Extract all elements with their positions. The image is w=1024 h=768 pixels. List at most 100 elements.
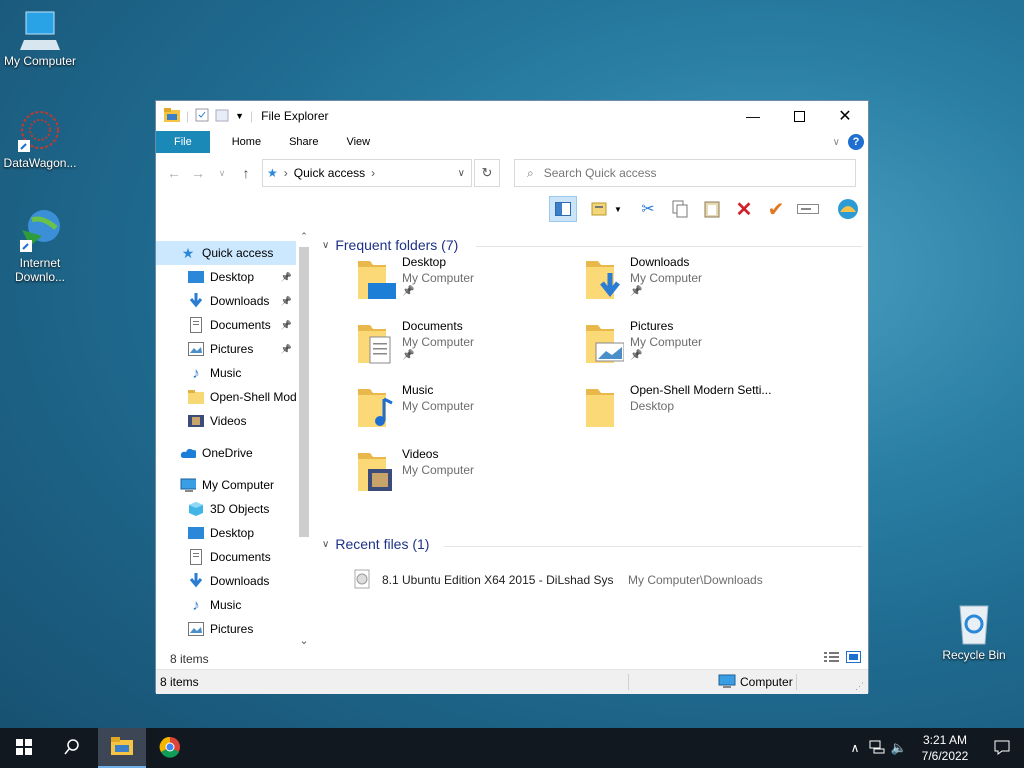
sidebar-item-desktop[interactable]: Desktop xyxy=(156,521,296,545)
preview-pane-button[interactable] xyxy=(549,196,577,222)
cut-icon[interactable]: ✂ xyxy=(634,196,662,222)
scrollbar-thumb[interactable] xyxy=(299,247,309,537)
folder-tile-open-shell-modern-setti[interactable]: Open-Shell Modern Setti... Desktop xyxy=(584,383,804,439)
sidebar-item-downloads[interactable]: Downloads 📌 xyxy=(156,289,296,313)
desktop-icon-recycle-bin[interactable]: Recycle Bin xyxy=(934,600,1014,662)
taskbar-file-explorer[interactable] xyxy=(98,728,146,768)
file-name: 8.1 Ubuntu Edition X64 2015 - DiLshad Sy… xyxy=(382,573,614,587)
start-button[interactable] xyxy=(0,728,48,768)
recent-locations-button[interactable]: ∨ xyxy=(210,168,234,179)
desktop-icon-datawagon[interactable]: DataWagon... xyxy=(0,108,80,170)
show-hidden-icons-icon[interactable]: ∧ xyxy=(844,741,866,755)
breadcrumb-separator-icon: › xyxy=(283,166,288,180)
sidebar-item-3d-objects[interactable]: 3D Objects xyxy=(156,497,296,521)
folder-name: Pictures xyxy=(630,319,674,333)
paste-icon[interactable] xyxy=(698,196,726,222)
close-button[interactable]: ✕ xyxy=(822,101,868,131)
ribbon-tabs: File Home Share View ∨ ? xyxy=(156,131,868,153)
recycle-bin-icon xyxy=(954,600,994,646)
music-icon: ♪ xyxy=(192,596,200,614)
checkmark-icon[interactable]: ✔ xyxy=(762,196,790,222)
sidebar-item-desktop[interactable]: Desktop 📌 xyxy=(156,265,296,289)
rename-icon[interactable] xyxy=(794,196,822,222)
list-item[interactable]: 8.1 Ubuntu Edition X64 2015 - DiLshad Sy… xyxy=(354,568,854,592)
navigation-pane-scrollbar[interactable]: ⌃ ⌄ xyxy=(296,231,312,647)
chevron-down-icon[interactable]: ∨ xyxy=(322,240,329,251)
open-shell-icon[interactable] xyxy=(834,196,862,222)
folder-icon xyxy=(356,319,396,365)
desktop-icon-my-computer[interactable]: My Computer xyxy=(0,10,80,68)
pin-icon: 📌 xyxy=(630,350,643,361)
tab-home[interactable]: Home xyxy=(218,131,275,153)
sidebar-item-pictures[interactable]: Pictures 📌 xyxy=(156,337,296,361)
folder-tile-documents[interactable]: Documents My Computer 📌 xyxy=(356,319,576,375)
chevron-down-icon[interactable]: ∨ xyxy=(322,539,329,550)
desktop-icon-internet-download[interactable]: Internet Downlo... xyxy=(0,206,80,284)
tab-share[interactable]: Share xyxy=(275,131,332,153)
chevron-down-icon[interactable]: ▼ xyxy=(235,111,244,121)
sidebar-item-documents[interactable]: Documents 📌 xyxy=(156,313,296,337)
help-icon[interactable]: ? xyxy=(848,134,864,150)
folder-tile-desktop[interactable]: Desktop My Computer 📌 xyxy=(356,255,576,311)
copy-icon[interactable] xyxy=(666,196,694,222)
delete-icon[interactable]: ✕ xyxy=(730,196,758,222)
sidebar-item-my-computer[interactable]: My Computer xyxy=(156,473,296,497)
sidebar-item-music[interactable]: ♪ Music xyxy=(156,593,296,617)
folder-name: Documents xyxy=(402,319,463,333)
tab-view[interactable]: View xyxy=(332,131,384,153)
volume-icon[interactable]: 🔈 xyxy=(888,740,910,756)
resize-grip-icon[interactable]: ⋰ xyxy=(855,681,864,692)
views-dropdown-icon[interactable]: ▼ xyxy=(612,196,624,222)
sidebar-item-quick-access[interactable]: ★ Quick access xyxy=(156,241,296,265)
sidebar-item-label: Desktop xyxy=(210,526,255,540)
search-button[interactable] xyxy=(48,728,96,768)
disc-image-icon xyxy=(354,569,370,592)
expand-ribbon-icon[interactable]: ∨ xyxy=(833,137,840,148)
maximize-button[interactable] xyxy=(776,101,822,131)
sidebar-item-open-shell-mod[interactable]: Open-Shell Mod xyxy=(156,385,297,409)
sidebar-item-label: Videos xyxy=(210,414,247,428)
network-icon[interactable] xyxy=(866,740,888,757)
folder-tile-music[interactable]: Music My Computer xyxy=(356,383,576,439)
up-button[interactable]: ↑ xyxy=(234,165,258,181)
details-view-icon[interactable] xyxy=(824,651,840,666)
sidebar-item-pictures[interactable]: Pictures xyxy=(156,617,296,641)
new-folder-icon[interactable] xyxy=(215,108,229,125)
clock[interactable]: 3:21 AM 7/6/2022 xyxy=(910,732,980,764)
address-bar[interactable]: ★ › Quick access › ∨ xyxy=(262,159,472,187)
address-dropdown-icon[interactable]: ∨ xyxy=(458,168,465,179)
search-icon: ⌕ xyxy=(527,165,534,180)
sidebar-item-label: OneDrive xyxy=(202,446,253,460)
sidebar-item-music[interactable]: ♪ Music xyxy=(156,361,296,385)
large-icons-view-icon[interactable] xyxy=(846,651,862,666)
tab-file[interactable]: File xyxy=(156,131,210,153)
scroll-up-icon[interactable]: ⌃ xyxy=(296,231,312,245)
sidebar-item-onedrive[interactable]: OneDrive xyxy=(156,441,296,465)
breadcrumb[interactable]: Quick access xyxy=(294,166,365,180)
group-header-frequent[interactable]: ∨ Frequent folders (7) xyxy=(322,237,458,253)
properties-icon[interactable] xyxy=(195,108,209,125)
download-icon xyxy=(188,573,204,589)
forward-button[interactable]: → xyxy=(186,165,210,181)
views-button[interactable] xyxy=(586,196,614,222)
folder-tile-videos[interactable]: Videos My Computer xyxy=(356,447,576,503)
back-button[interactable]: ← xyxy=(162,165,186,181)
scroll-down-icon[interactable]: ⌄ xyxy=(296,634,312,647)
folder-icon xyxy=(356,255,396,301)
folder-tile-downloads[interactable]: Downloads My Computer 📌 xyxy=(584,255,804,311)
refresh-button[interactable]: ↻ xyxy=(474,159,500,187)
search-input[interactable]: ⌕ Search Quick access xyxy=(514,159,856,187)
navigation-pane: ★ Quick access Desktop 📌 Downloads 📌 Documents… xyxy=(156,241,314,647)
sidebar-item-label: Downloads xyxy=(210,294,270,308)
sidebar-item-videos[interactable]: Videos xyxy=(156,409,296,433)
minimize-button[interactable]: — xyxy=(730,101,776,131)
folder-icon xyxy=(188,389,204,405)
taskbar-chrome[interactable] xyxy=(146,728,194,768)
breadcrumb-separator-icon: › xyxy=(371,166,376,180)
sidebar-item-documents[interactable]: Documents xyxy=(156,545,296,569)
folder-app-icon xyxy=(164,107,180,125)
folder-tile-pictures[interactable]: Pictures My Computer 📌 xyxy=(584,319,804,375)
sidebar-item-downloads[interactable]: Downloads xyxy=(156,569,296,593)
group-header-recent[interactable]: ∨ Recent files (1) xyxy=(322,536,429,552)
notifications-icon[interactable] xyxy=(980,739,1024,758)
